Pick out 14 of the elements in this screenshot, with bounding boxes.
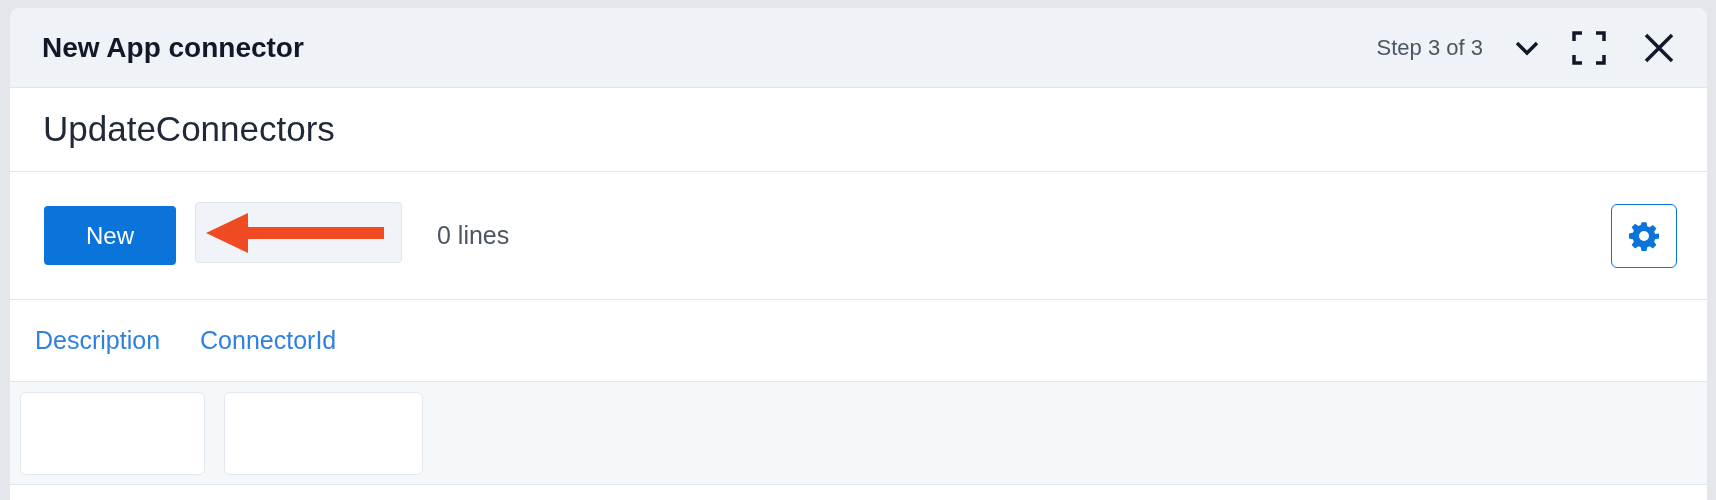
new-button[interactable]: New [44, 206, 176, 265]
table-cell[interactable] [224, 391, 423, 475]
table-cell[interactable] [20, 391, 205, 475]
dialog-title: New App connector [42, 30, 304, 65]
settings-icon [1629, 220, 1659, 251]
step-indicator: Step 3 of 3 [1376, 34, 1483, 62]
chevron-down-icon [1514, 39, 1540, 56]
settings-button[interactable] [1611, 203, 1677, 268]
line-count: 0 lines [437, 219, 510, 251]
column-header[interactable]: ConnectorId [200, 321, 337, 360]
close-icon [1643, 31, 1675, 64]
record-name: UpdateConnectors [43, 108, 335, 151]
column-header[interactable]: Description [35, 321, 161, 360]
fullscreen-icon [1572, 30, 1606, 65]
